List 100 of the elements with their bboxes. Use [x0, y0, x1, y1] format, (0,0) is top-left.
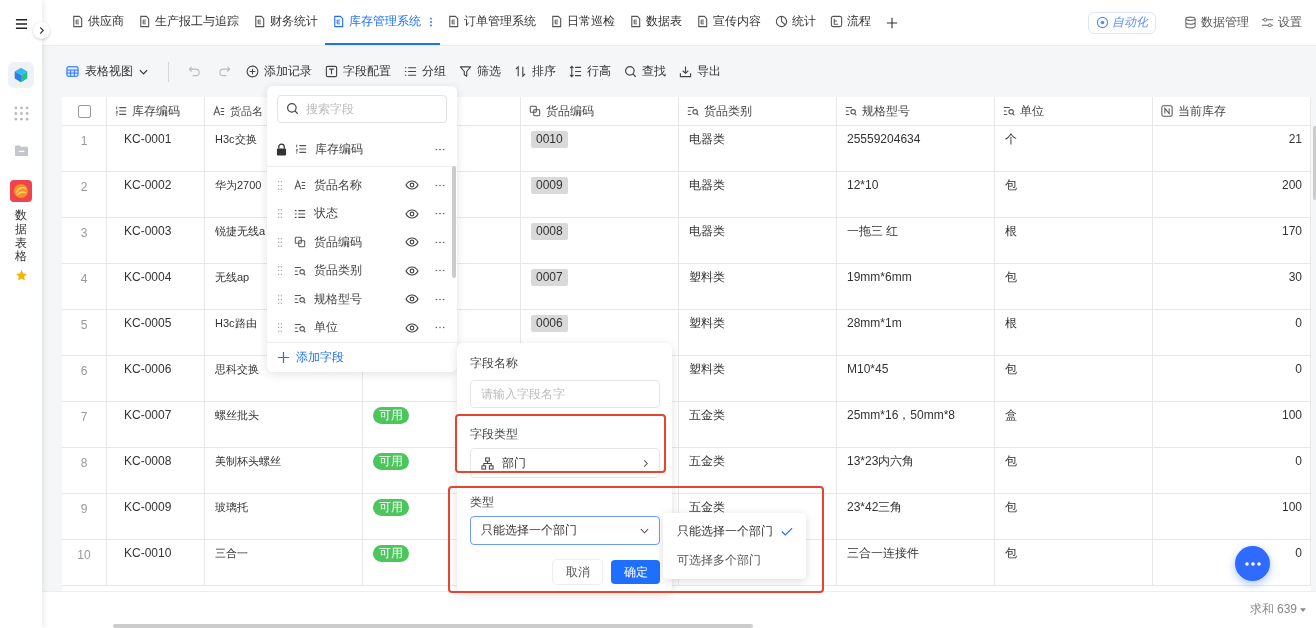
column-header[interactable]: 货品名 — [230, 102, 263, 120]
cancel-button[interactable]: 取消 — [553, 560, 602, 584]
eye-icon[interactable] — [405, 237, 419, 248]
scrollbar[interactable] — [452, 166, 456, 278]
table-cell: KC-0003 — [124, 224, 172, 238]
eye-icon[interactable] — [405, 180, 419, 191]
field-type-selector[interactable]: 部门 — [470, 448, 660, 478]
confirm-button[interactable]: 确定 — [611, 560, 660, 584]
tab[interactable]: 宣传内容 — [689, 0, 768, 45]
eye-icon[interactable] — [405, 294, 419, 305]
row-number: 6 — [80, 364, 88, 378]
row-number: 8 — [80, 456, 88, 470]
sum-label[interactable]: 求和 639 — [1249, 601, 1297, 618]
toolbar-button[interactable]: 导出 — [679, 63, 721, 80]
drag-handle-icon[interactable] — [277, 293, 283, 305]
toolbar-button[interactable]: 排序 — [514, 63, 556, 80]
column-header[interactable]: 规格型号 — [862, 102, 910, 120]
numbered-list-icon — [295, 143, 307, 155]
caret-down-icon[interactable] — [1300, 607, 1306, 612]
field-item[interactable]: 货品名称 — [267, 171, 457, 200]
app-logo-icon[interactable] — [10, 180, 32, 202]
drag-handle-icon[interactable] — [277, 322, 283, 334]
menu-option[interactable]: 只能选择一个部门 — [663, 517, 806, 546]
table-cell: 塑料类 — [689, 362, 725, 376]
more-icon[interactable] — [435, 326, 445, 330]
automation-icon — [1096, 16, 1109, 29]
search-field[interactable]: 搜索字段 — [277, 95, 447, 123]
field-item[interactable]: 货品类别 — [267, 256, 457, 285]
column-header[interactable]: 货品类别 — [704, 102, 752, 120]
row-number: 2 — [80, 180, 88, 194]
tab[interactable]: 流程 — [823, 0, 878, 45]
search-icon — [286, 102, 299, 115]
more-icon — [1244, 561, 1261, 566]
more-icon[interactable] — [435, 240, 445, 244]
more-vertical-icon[interactable] — [429, 15, 433, 28]
column-header[interactable]: 库存编码 — [132, 102, 180, 120]
field-item[interactable]: 状态 — [267, 199, 457, 228]
toolbar-button[interactable]: 查找 — [624, 63, 666, 80]
toolbar-button[interactable]: 字段配置 — [325, 63, 391, 80]
tab[interactable]: 统计 — [768, 0, 823, 45]
toolbar-button[interactable]: 添加记录 — [246, 63, 312, 80]
app-label[interactable]: 数据表格 — [15, 209, 27, 265]
row-number: 1 — [80, 134, 88, 148]
column-header[interactable]: 单位 — [1020, 102, 1044, 120]
drag-handle-icon[interactable] — [277, 236, 283, 248]
redo-icon — [217, 65, 231, 78]
eye-icon[interactable] — [405, 208, 419, 219]
more-icon[interactable] — [435, 183, 445, 187]
table-cell: 华为2700 — [215, 179, 262, 191]
number-type-icon — [1161, 105, 1173, 117]
table-cell: 三合一连接件 — [847, 546, 919, 560]
eye-icon[interactable] — [405, 322, 419, 333]
toolbar-button[interactable]: 分组 — [404, 63, 446, 80]
tab[interactable]: 供应商 — [64, 0, 131, 45]
menu-option[interactable]: 可选择多个部门 — [663, 546, 806, 575]
more-icon[interactable] — [435, 297, 445, 301]
field-item[interactable]: 货品编码 — [267, 228, 457, 257]
text-type-icon — [294, 179, 306, 192]
table-cell: 美制杯头螺丝 — [215, 455, 281, 467]
field-item[interactable]: 规格型号 — [267, 285, 457, 314]
settings-button[interactable]: 设置 — [1261, 0, 1302, 45]
scrollbar[interactable] — [113, 624, 753, 628]
expand-button[interactable] — [33, 22, 50, 39]
more-icon[interactable] — [435, 147, 445, 151]
field-label: 字段名称 — [470, 355, 519, 371]
more-icon[interactable] — [435, 269, 445, 273]
tab[interactable]: 生产报工与追踪 — [131, 0, 246, 45]
drag-handle-icon[interactable] — [277, 208, 283, 220]
table-cell: 0 — [1295, 362, 1302, 376]
more-icon[interactable] — [435, 212, 445, 216]
pie-chart-icon — [775, 15, 788, 28]
add-field-button[interactable]: 添加字段 — [267, 342, 457, 372]
select-all-checkbox[interactable] — [77, 104, 91, 118]
tab[interactable]: 订单管理系统 — [440, 0, 543, 45]
eye-icon[interactable] — [405, 265, 419, 276]
table-cell: H3c交换 — [215, 133, 257, 145]
table-cell: KC-0002 — [124, 178, 172, 192]
field-item[interactable]: 单位 — [267, 313, 457, 342]
view-selector[interactable]: 表格视图 — [66, 63, 148, 80]
toolbar-button[interactable]: 行高 — [569, 63, 611, 80]
menu-icon[interactable] — [14, 18, 28, 30]
field-item[interactable]: 库存编码 — [267, 132, 457, 167]
dropdown-select[interactable]: 只能选择一个部门 — [470, 516, 660, 545]
table-cell: KC-0009 — [124, 500, 172, 514]
column-header[interactable]: 货品编码 — [546, 102, 594, 120]
form-icon — [253, 15, 266, 28]
tab[interactable]: 日常巡检 — [543, 0, 622, 45]
drag-handle-icon[interactable] — [277, 265, 283, 277]
star-icon[interactable] — [14, 269, 28, 283]
tab[interactable]: 财务统计 — [246, 0, 325, 45]
table-cell: 0 — [1295, 454, 1302, 468]
app-tile[interactable] — [8, 62, 34, 88]
input-field[interactable]: 请输入字段名字 — [470, 380, 660, 408]
data-management-button[interactable]: 数据管理 — [1184, 0, 1249, 45]
add-tab-icon[interactable] — [886, 16, 898, 29]
drag-handle-icon[interactable] — [277, 179, 283, 191]
tab[interactable]: 数据表 — [622, 0, 689, 45]
column-header[interactable]: 当前库存 — [1178, 102, 1226, 120]
form-icon — [71, 15, 84, 28]
toolbar-button[interactable]: 筛选 — [459, 63, 501, 80]
